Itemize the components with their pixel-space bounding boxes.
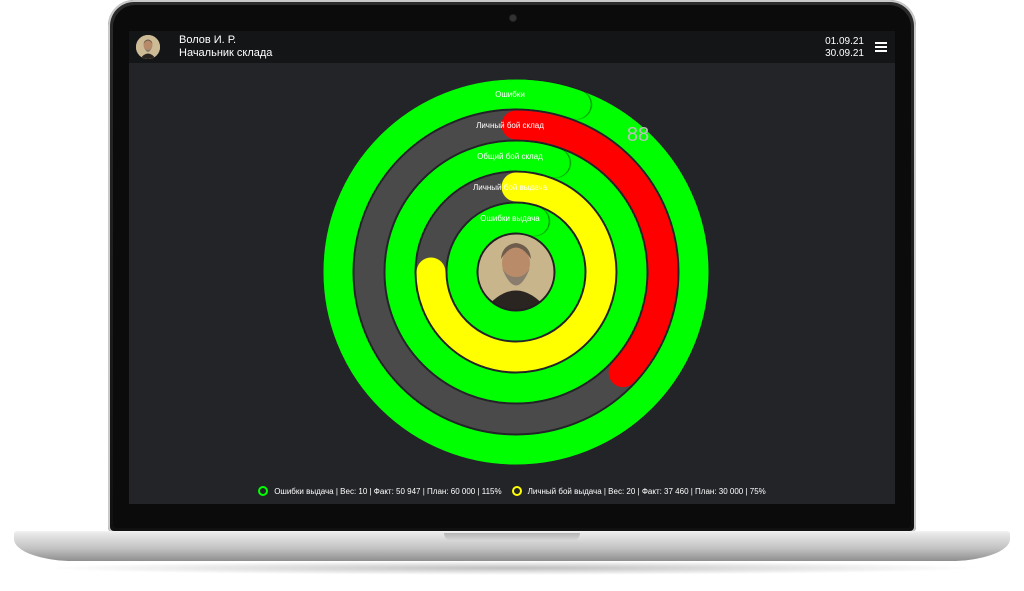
- laptop-notch: [444, 533, 580, 541]
- ring-label: Ошибки выдача: [480, 214, 540, 223]
- ring-label: Общий бой склад: [477, 152, 543, 161]
- score-value: 88: [627, 124, 649, 146]
- ring-chart: Ошибки Личный бой склад Общий бой склад Лич…: [323, 79, 709, 465]
- legend-label: Личный бой выдача | Вес: 20 | Факт: 37 4…: [527, 486, 766, 496]
- ring-label: Личный бой выдача: [473, 183, 548, 192]
- legend-dot-icon: [258, 486, 269, 496]
- ring-label: Ошибки: [495, 90, 525, 99]
- legend-label: Ошибки выдача | Вес: 10 | Факт: 50 947 |…: [274, 486, 502, 496]
- chart-legend: Ошибки выдача | Вес: 10 | Факт: 50 947 |…: [129, 484, 895, 498]
- ring-label: Личный бой склад: [476, 121, 544, 130]
- legend-dot-icon: [511, 486, 522, 496]
- camera-icon: [510, 15, 516, 21]
- legend-item-personal-breakage-issue[interactable]: Личный бой выдача | Вес: 20 | Факт: 37 4…: [511, 484, 766, 498]
- legend-item-errors-issue[interactable]: Ошибки выдача | Вес: 10 | Факт: 50 947 |…: [258, 484, 502, 498]
- ring-progress-cap: [501, 79, 591, 120]
- app-screen: Волов И. Р. Начальник склада 01.09.21 30…: [129, 31, 895, 504]
- laptop-shadow: [40, 561, 984, 575]
- laptop-mockup: Волов И. Р. Начальник склада 01.09.21 30…: [0, 0, 1024, 591]
